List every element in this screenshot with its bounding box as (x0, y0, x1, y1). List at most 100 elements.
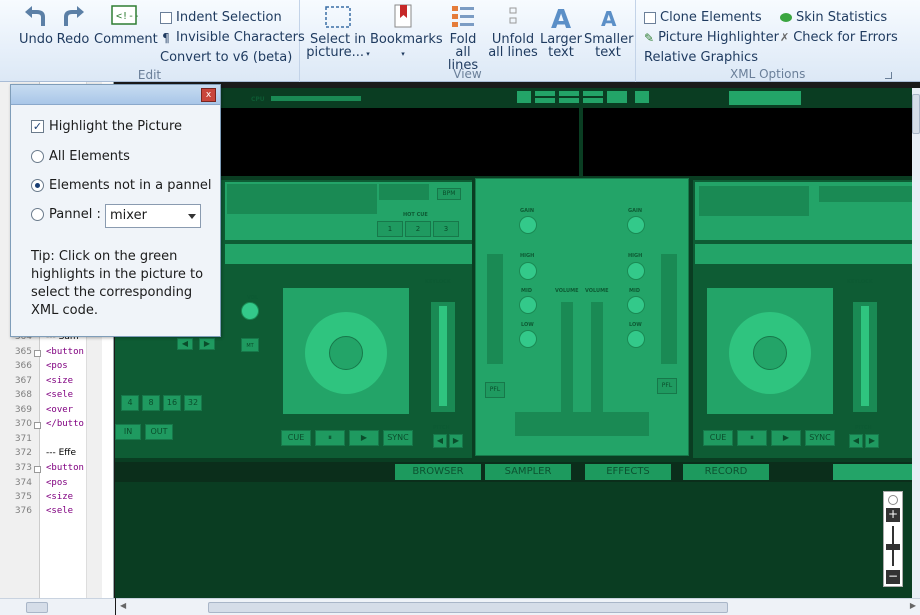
mixer-crossfader[interactable] (515, 412, 649, 436)
left-nudge-back-button[interactable]: ◀ (177, 338, 193, 350)
loop-size-button[interactable]: 4 (121, 395, 139, 411)
fold-all-lines-button[interactable]: Fold all lines (440, 4, 486, 72)
right-pitch-up-button[interactable]: ▶ (865, 434, 879, 448)
indent-selection-button[interactable]: Indent Selection (160, 10, 282, 25)
highlight-picture-checkbox[interactable]: ✓ Highlight the Picture (31, 119, 182, 134)
mixer-high-knob-right[interactable] (627, 262, 645, 280)
code-horizontal-scrollbar[interactable] (0, 598, 115, 615)
left-pitch-up-button[interactable]: ▶ (449, 434, 463, 448)
select-in-picture-button[interactable]: Select in picture... ▾ (306, 4, 370, 61)
smaller-text-button[interactable]: A Smaller text (584, 4, 633, 59)
loop-size-button[interactable]: 8 (142, 395, 160, 411)
mixer-pfl-right-button[interactable]: PFL (657, 378, 677, 394)
checkbox-icon[interactable]: ✓ (31, 120, 44, 133)
scroll-left-icon[interactable]: ◀ (120, 601, 126, 610)
right-pitch-down-button[interactable]: ◀ (849, 434, 863, 448)
skin-statistics-button[interactable]: Skin Statistics (780, 10, 887, 25)
code-horizontal-scrollbar-thumb[interactable] (26, 602, 48, 613)
zoom-fit-button[interactable] (888, 495, 898, 505)
mixer-gain-knob-right[interactable] (627, 216, 645, 234)
zoom-out-button[interactable]: − (886, 570, 900, 584)
redo-button[interactable]: Redo (56, 4, 90, 46)
mixer-volume-fader-right[interactable] (591, 302, 603, 412)
bookmarks-button[interactable]: Bookmarks ▾ (370, 4, 443, 61)
radio-icon[interactable] (31, 208, 44, 221)
zoom-slider-handle[interactable] (886, 544, 900, 550)
mixer-mid-knob-left[interactable] (519, 296, 537, 314)
loop-size-button[interactable]: 16 (163, 395, 181, 411)
skin-preview[interactable]: CPU BPM HOT CUE 123 KEYLOCK VOL MT PITCH (115, 88, 912, 598)
left-nudge-forward-button[interactable]: ▶ (199, 338, 215, 350)
dialog-title-bar[interactable]: x (11, 85, 220, 105)
left-loop-out-button[interactable]: OUT (145, 424, 173, 440)
clone-elements-button[interactable]: Clone Elements (644, 10, 762, 25)
left-loop-in-button[interactable]: IN (115, 424, 141, 440)
all-elements-radio[interactable]: All Elements (31, 149, 130, 164)
mixer-pfl-left-button[interactable]: PFL (485, 382, 505, 398)
left-pause-button[interactable]: ⏸ (315, 430, 345, 446)
left-play-button[interactable]: ▶ (349, 430, 379, 446)
code-line[interactable]: 370 </butto (0, 419, 84, 434)
left-mini-button[interactable]: MT (241, 338, 259, 352)
tab-effects[interactable]: EFFECTS (585, 464, 671, 480)
larger-text-button[interactable]: A Larger text (540, 4, 582, 59)
right-sync-button[interactable]: SYNC (805, 430, 835, 446)
mixer-high-knob-left[interactable] (519, 262, 537, 280)
dialog-launcher-icon[interactable] (885, 72, 892, 79)
radio-selected-icon[interactable] (31, 179, 44, 192)
check-for-errors-button[interactable]: ✗ Check for Errors (780, 30, 898, 45)
skin-vertical-scrollbar-thumb[interactable] (912, 94, 920, 134)
code-line[interactable]: 371 (0, 434, 34, 449)
invisible-characters-button[interactable]: ¶ Invisible Characters (160, 30, 305, 45)
left-bpm-button[interactable]: BPM (437, 188, 461, 200)
tab-sampler[interactable]: SAMPLER (485, 464, 571, 480)
right-pause-button[interactable]: ⏸ (737, 430, 767, 446)
code-line[interactable]: 369 <over (0, 405, 73, 420)
picture-highlighter-button[interactable]: ✎ Picture Highlighter (644, 30, 779, 45)
mixer-volume-fader-left[interactable] (561, 302, 573, 412)
code-line[interactable]: 368 <sele (0, 390, 73, 405)
left-sync-button[interactable]: SYNC (383, 430, 413, 446)
mixer-mid-knob-right[interactable] (627, 296, 645, 314)
tab-record[interactable]: RECORD (683, 464, 769, 480)
radio-icon[interactable] (31, 150, 44, 163)
unfold-all-lines-button[interactable]: Unfold all lines (488, 4, 538, 59)
relative-graphics-button[interactable]: Relative Graphics (644, 50, 758, 65)
hot-cue-button[interactable]: 3 (433, 221, 459, 237)
right-play-button[interactable]: ▶ (771, 430, 801, 446)
fold-toggle-icon[interactable] (34, 466, 41, 473)
code-line[interactable]: 376 <sele (0, 506, 73, 521)
zoom-in-button[interactable]: + (886, 508, 900, 522)
elements-not-in-panel-radio[interactable]: Elements not in a pannel (31, 178, 212, 193)
code-line[interactable]: 365 <button (0, 347, 84, 362)
code-line[interactable]: 367 <size (0, 376, 73, 391)
hot-cue-button[interactable]: 1 (377, 221, 403, 237)
mixer-low-knob-right[interactable] (627, 330, 645, 348)
skin-horizontal-scrollbar-thumb[interactable] (208, 602, 728, 613)
code-line[interactable]: 375 <size (0, 492, 73, 507)
code-line[interactable]: 373 <button (0, 463, 84, 478)
mixer-low-knob-left[interactable] (519, 330, 537, 348)
skin-horizontal-scrollbar[interactable]: ◀ ▶ (116, 598, 920, 615)
code-line[interactable]: 372 --- Effe (0, 448, 76, 463)
hot-cue-button[interactable]: 2 (405, 221, 431, 237)
left-pitch-down-button[interactable]: ◀ (433, 434, 447, 448)
scroll-right-icon[interactable]: ▶ (910, 601, 916, 610)
code-line[interactable]: 374 <pos (0, 478, 68, 493)
mixer-gain-knob-left[interactable] (519, 216, 537, 234)
fold-toggle-icon[interactable] (34, 422, 41, 429)
left-vol-knob[interactable] (241, 302, 259, 320)
loop-size-button[interactable]: 32 (184, 395, 202, 411)
code-line[interactable]: 366 <pos (0, 361, 68, 376)
undo-button[interactable]: Undo (18, 4, 54, 46)
close-icon[interactable]: x (201, 88, 216, 102)
tab-browser[interactable]: BROWSER (395, 464, 481, 480)
convert-v6-button[interactable]: Convert to v6 (beta) (160, 50, 292, 65)
panel-select[interactable]: mixer (105, 204, 201, 228)
panel-radio[interactable]: Pannel : (31, 207, 101, 222)
left-cue-button[interactable]: CUE (281, 430, 311, 446)
skin-vertical-scrollbar[interactable] (912, 88, 920, 598)
fold-toggle-icon[interactable] (34, 350, 41, 357)
right-cue-button[interactable]: CUE (703, 430, 733, 446)
comment-button[interactable]: <!-- Comment (94, 4, 158, 46)
